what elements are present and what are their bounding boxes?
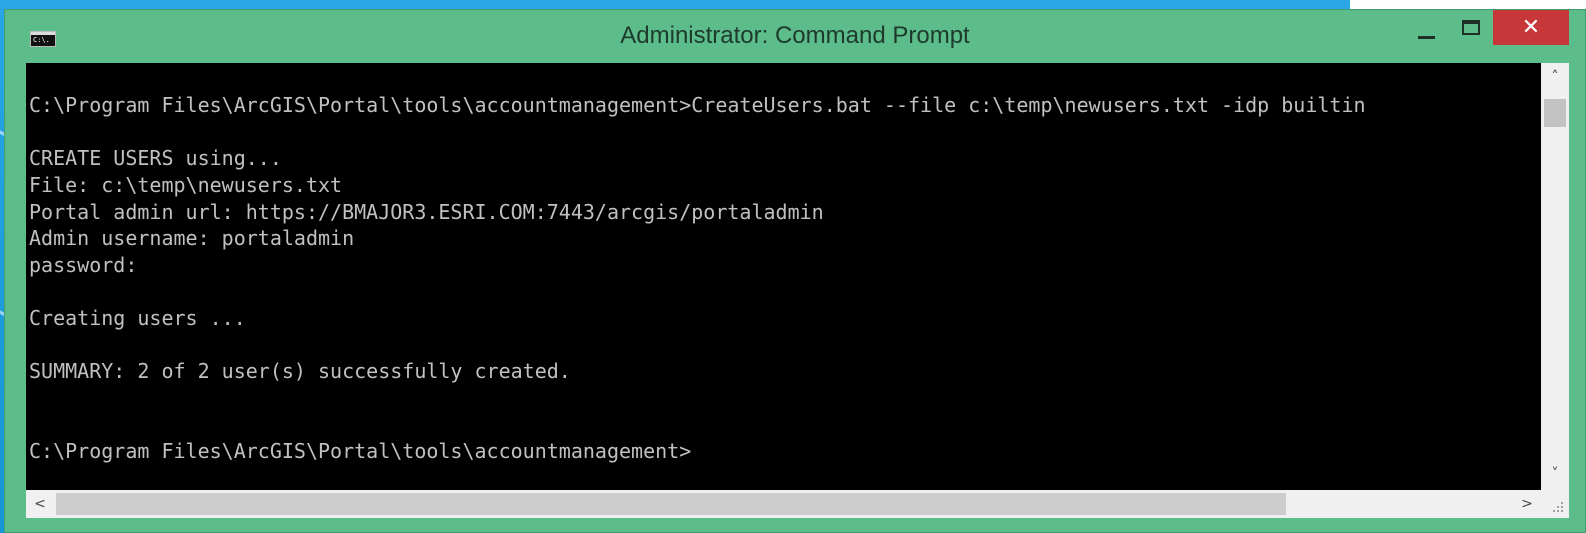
command-prompt-window: C:\. Administrator: Command Prompt ✕ C:\…	[4, 9, 1586, 533]
console-line: password:	[29, 253, 138, 277]
title-bar[interactable]: C:\. Administrator: Command Prompt ✕	[5, 10, 1585, 62]
vertical-scroll-thumb[interactable]	[1544, 99, 1566, 127]
maximize-icon	[1462, 20, 1480, 35]
console-output[interactable]: C:\Program Files\ArcGIS\Portal\tools\acc…	[26, 63, 1541, 490]
minimize-button[interactable]	[1409, 16, 1445, 46]
scroll-up-icon[interactable]: ˄	[1541, 67, 1569, 87]
console-line: File: c:\temp\newusers.txt	[29, 173, 343, 197]
scroll-right-icon[interactable]: >	[1517, 490, 1537, 518]
close-icon: ✕	[1521, 15, 1541, 40]
console-line: Creating users ...	[29, 306, 246, 330]
console-line: Admin username: portaladmin	[29, 226, 355, 250]
window-title: Administrator: Command Prompt	[620, 22, 970, 49]
console-line: SUMMARY: 2 of 2 user(s) successfully cre…	[29, 359, 571, 383]
horizontal-scroll-thumb[interactable]	[56, 493, 1286, 515]
resize-grip-icon[interactable]	[1541, 490, 1569, 518]
scroll-down-icon[interactable]: ˅	[1541, 464, 1569, 484]
console-line: C:\Program Files\ArcGIS\Portal\tools\acc…	[29, 93, 1366, 117]
vertical-scrollbar[interactable]: ˄ ˅	[1541, 63, 1569, 490]
console-prompt-line: C:\Program Files\ArcGIS\Portal\tools\acc…	[29, 439, 692, 463]
horizontal-scrollbar[interactable]: < >	[26, 490, 1541, 518]
scroll-left-icon[interactable]: <	[30, 490, 50, 518]
minimize-icon	[1418, 36, 1435, 39]
close-button[interactable]: ✕	[1493, 10, 1569, 45]
console-line: Portal admin url: https://BMAJOR3.ESRI.C…	[29, 200, 824, 224]
maximize-button[interactable]	[1453, 16, 1489, 46]
console-line: CREATE USERS using...	[29, 146, 282, 170]
